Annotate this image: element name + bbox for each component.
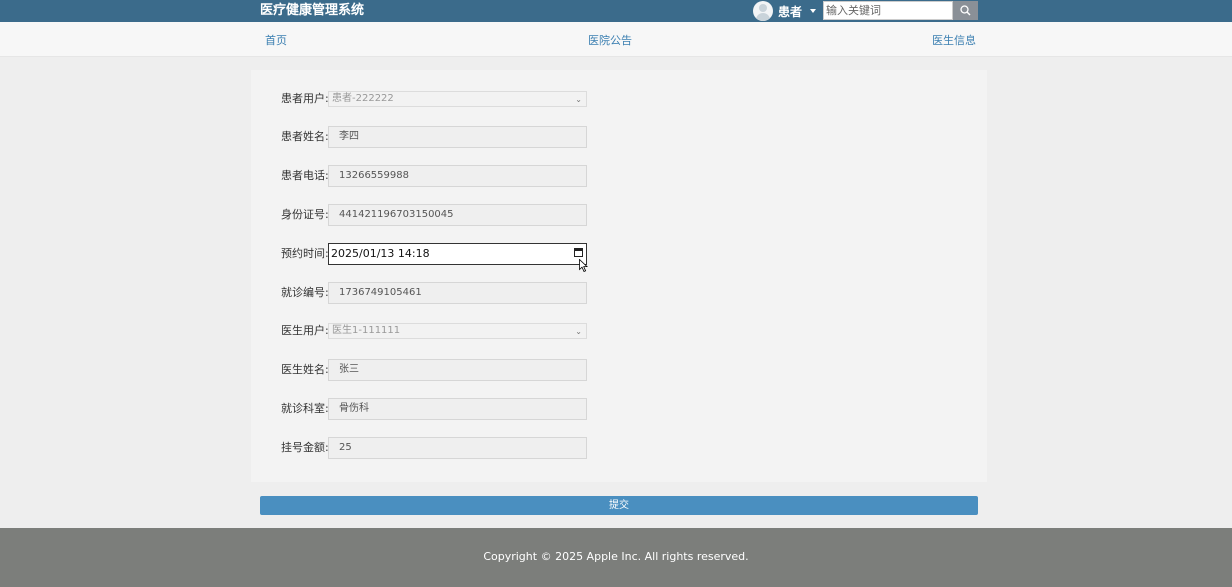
app-title: 医疗健康管理系统 [260,3,365,18]
top-header: 医疗健康管理系统 患者 [0,0,1232,22]
doctor-name-field[interactable]: 张三 [328,359,587,381]
patient-account-value: 患者-222222 [332,93,394,104]
main-nav: 首页 医院公告 医生信息 [0,22,1232,57]
avatar [753,1,773,21]
appointment-form: 患者用户: 患者-222222 ⌄ 患者姓名: 李四 患者电话: 1326655… [251,70,987,482]
nav-announcements[interactable]: 医院公告 [588,34,632,48]
copyright-text: Copyright © 2025 Apple Inc. All rights r… [483,550,749,563]
patient-account-select[interactable]: 患者-222222 ⌄ [328,91,587,107]
form-row-fee: 挂号金额: 25 [251,437,987,459]
id-number-field[interactable]: 441421196703150045 [328,204,587,226]
search-button[interactable] [953,1,978,20]
submit-button[interactable]: 提交 [260,496,978,515]
chevron-down-icon: ⌄ [575,327,582,336]
appointment-time-label: 预约时间: [281,247,329,260]
patient-account-label: 患者用户: [281,92,329,105]
nav-home[interactable]: 首页 [265,34,287,48]
username: 患者 [778,4,803,19]
mouse-cursor-icon [579,259,588,272]
nav-doctor-info[interactable]: 医生信息 [932,34,976,48]
form-row-visit-number: 就诊编号: 1736749105461 [251,282,987,304]
form-row-patient-name: 患者姓名: 李四 [251,126,987,148]
form-row-department: 就诊科室: 骨伤科 [251,398,987,420]
patient-phone-field[interactable]: 13266559988 [328,165,587,187]
form-row-id-number: 身份证号: 441421196703150045 [251,204,987,226]
appointment-time-input[interactable]: 2025/01/13 14:18 [328,243,587,265]
doctor-account-label: 医生用户: [281,324,329,337]
id-number-label: 身份证号: [281,208,329,221]
visit-number-field[interactable]: 1736749105461 [328,282,587,304]
doctor-name-label: 医生姓名: [281,363,329,376]
chevron-down-icon [810,9,817,13]
appointment-time-value: 2025/01/13 14:18 [331,247,430,260]
patient-name-field[interactable]: 李四 [328,126,587,148]
form-row-patient-account: 患者用户: 患者-222222 ⌄ [251,88,987,110]
doctor-account-select[interactable]: 医生1-111111 ⌄ [328,323,587,339]
fee-label: 挂号金额: [281,441,329,454]
form-row-patient-phone: 患者电话: 13266559988 [251,165,987,187]
calendar-icon[interactable] [574,248,583,257]
fee-field[interactable]: 25 [328,437,587,459]
department-field[interactable]: 骨伤科 [328,398,587,420]
form-row-appointment-time: 预约时间: 2025/01/13 14:18 [251,243,987,265]
patient-phone-label: 患者电话: [281,169,329,182]
department-label: 就诊科室: [281,402,329,415]
form-row-doctor-account: 医生用户: 医生1-111111 ⌄ [251,320,987,342]
search-icon [960,5,971,16]
search-input[interactable] [823,1,953,20]
doctor-account-value: 医生1-111111 [332,325,401,336]
footer: Copyright © 2025 Apple Inc. All rights r… [0,528,1232,587]
form-row-doctor-name: 医生姓名: 张三 [251,359,987,381]
patient-name-label: 患者姓名: [281,130,329,143]
visit-number-label: 就诊编号: [281,286,329,299]
user-menu[interactable]: 患者 [753,0,817,22]
chevron-down-icon: ⌄ [575,95,582,104]
